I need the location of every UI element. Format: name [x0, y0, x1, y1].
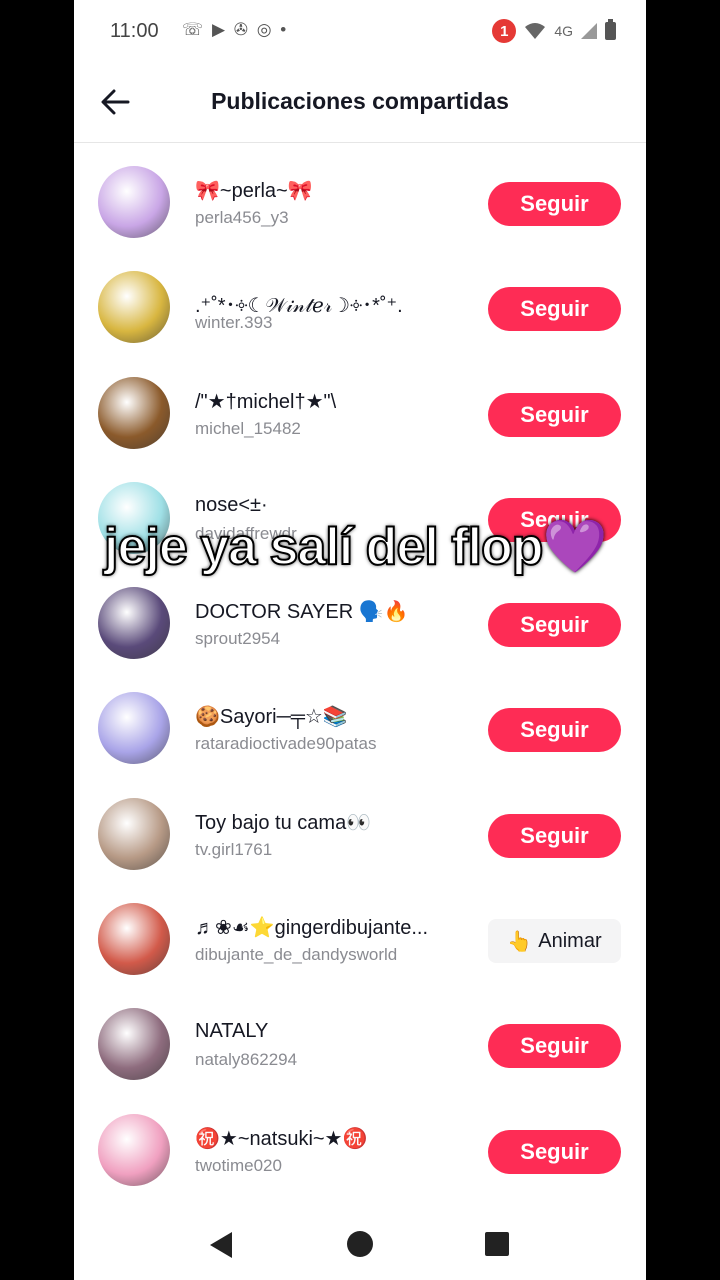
user-nickname[interactable]: Toy bajo tu cama👀 [195, 810, 371, 835]
notification-badge: 1 [492, 19, 517, 43]
status-bar: 11:00 ☏ ▶ ✇ ◎ • 1 4G [74, 0, 646, 62]
user-handle: sprout2954 [195, 629, 281, 649]
cheer-button[interactable]: 👆 Animar [488, 919, 621, 964]
header: Publicaciones compartidas [74, 62, 646, 143]
user-handle: perla456_y3 [195, 208, 289, 227]
follow-button[interactable]: Seguir [488, 1129, 621, 1174]
page-title: Publicaciones compartidas [211, 88, 509, 114]
list-item[interactable]: .⁺˚*･༓☾𝒲𝒾𝓃𝓉ℯ𝓇☽༓･*˚⁺. winter.393 Seguir [74, 255, 646, 360]
user-nickname[interactable]: nose<±· [195, 494, 268, 517]
list-item[interactable]: /"★†michel†★"\ michel_15482 Seguir [74, 361, 646, 466]
user-handle: tv.girl1761 [195, 839, 273, 859]
list-item[interactable]: ㊗️★~natsuki~★㊗️ twotime020 Seguir [74, 1098, 646, 1203]
avatar[interactable] [98, 166, 170, 238]
follow-button[interactable]: Seguir [488, 182, 621, 226]
user-handle: nataly862294 [195, 1050, 298, 1070]
shared-posts-list: 🎀~perla~🎀 perla456_y3 Seguir .⁺˚*･༓☾𝒲𝒾𝓃𝓉ℯ𝓇☽… [74, 150, 646, 1203]
battery-icon [605, 19, 616, 40]
android-nav-bar [74, 1210, 646, 1280]
phone-screen: 11:00 ☏ ▶ ✇ ◎ • 1 4G Publicaciones compa… [74, 0, 646, 1280]
list-item[interactable]: NATALY nataly862294 Seguir [74, 992, 646, 1097]
video-caption-overlay: jeje ya salí del flop💜 [103, 517, 608, 577]
avatar[interactable] [98, 1008, 170, 1081]
user-nickname[interactable]: ♬❀☙⭐gingerdibujante... [195, 915, 428, 940]
nav-back-icon[interactable] [210, 1232, 232, 1258]
network-label: 4G [554, 23, 573, 39]
user-nickname[interactable]: NATALY [195, 1020, 268, 1043]
avatar[interactable] [98, 692, 170, 765]
app-notification-icons: ☏ ▶ ✇ ◎ • [182, 20, 289, 39]
user-nickname[interactable]: 🎀~perla~🎀 [195, 178, 313, 203]
user-nickname[interactable]: DOCTOR SAYER 🗣️🔥 [195, 599, 409, 624]
pointing-hand-icon: 👆 [507, 930, 533, 953]
list-item[interactable]: 🎀~perla~🎀 perla456_y3 Seguir [74, 150, 646, 255]
follow-button[interactable]: Seguir [488, 1024, 621, 1069]
user-handle: rataradioctivade90patas [195, 734, 377, 754]
avatar[interactable] [98, 1113, 170, 1186]
user-handle: michel_15482 [195, 418, 301, 438]
follow-button[interactable]: Seguir [488, 392, 621, 437]
list-item[interactable]: Toy bajo tu cama👀 tv.girl1761 Seguir [74, 782, 646, 887]
nav-recents-icon[interactable] [485, 1232, 509, 1256]
user-handle: twotime020 [195, 1155, 282, 1175]
list-item[interactable]: 🍪Sayori─╤☆📚 rataradioctivade90patas Seguir [74, 676, 646, 781]
status-time: 11:00 [110, 20, 159, 42]
follow-button[interactable]: Seguir [488, 603, 621, 648]
avatar[interactable] [98, 797, 170, 870]
wifi-icon [525, 23, 546, 39]
user-nickname[interactable]: ㊗️★~natsuki~★㊗️ [195, 1126, 367, 1151]
avatar[interactable] [98, 271, 170, 344]
follow-button[interactable]: Seguir [488, 287, 621, 332]
user-handle: dibujante_de_dandysworld [195, 945, 398, 965]
nav-home-icon[interactable] [347, 1231, 373, 1257]
user-nickname[interactable]: 🍪Sayori─╤☆📚 [195, 704, 348, 729]
status-right: 1 4G [492, 19, 616, 43]
follow-button[interactable]: Seguir [488, 708, 621, 753]
avatar[interactable] [98, 587, 170, 660]
user-handle: winter.393 [195, 313, 273, 333]
signal-icon [581, 23, 597, 39]
avatar[interactable] [98, 376, 170, 449]
list-item[interactable]: DOCTOR SAYER 🗣️🔥 sprout2954 Seguir [74, 571, 646, 676]
list-item[interactable]: ♬❀☙⭐gingerdibujante... dibujante_de_dandy… [74, 887, 646, 992]
cheer-button-label: Animar [538, 929, 602, 952]
follow-button[interactable]: Seguir [488, 813, 621, 858]
avatar[interactable] [98, 903, 170, 976]
user-nickname[interactable]: /"★†michel†★"\ [195, 389, 336, 414]
